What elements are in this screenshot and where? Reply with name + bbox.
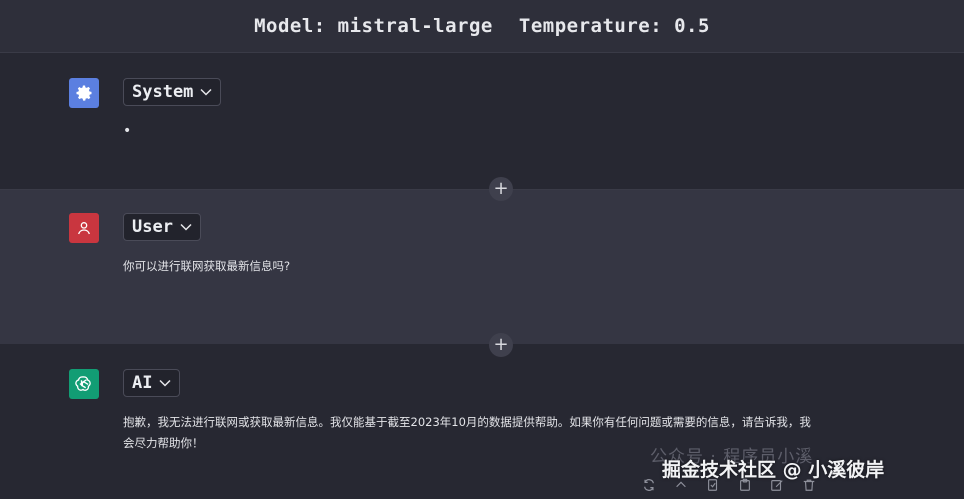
copy-icon[interactable]	[704, 476, 722, 494]
openai-logo-icon	[69, 369, 99, 399]
chevron-down-icon	[200, 88, 212, 96]
message-system: System •	[0, 53, 964, 190]
clipboard-icon[interactable]	[736, 476, 754, 494]
message-content[interactable]: •	[123, 121, 131, 142]
trash-icon[interactable]	[800, 476, 818, 494]
user-icon	[69, 213, 99, 243]
message-user: User 你可以进行联网获取最新信息吗?	[0, 190, 964, 344]
model-settings-header: Model: mistral-large Temperature: 0.5	[0, 0, 964, 53]
gear-icon	[69, 78, 99, 108]
role-label: AI	[132, 373, 153, 393]
model-label: Model: mistral-large	[254, 15, 493, 37]
role-label: User	[132, 217, 173, 237]
role-select-user[interactable]: User	[123, 213, 201, 241]
chevron-down-icon	[180, 223, 192, 231]
refresh-icon[interactable]	[640, 476, 658, 494]
add-message-button[interactable]: +	[489, 177, 513, 201]
chevron-up-icon[interactable]	[672, 476, 690, 494]
temperature-label: Temperature: 0.5	[518, 15, 710, 37]
role-select-ai[interactable]: AI	[123, 369, 181, 397]
chevron-down-icon	[159, 379, 172, 387]
role-label: System	[132, 82, 194, 102]
message-toolbar	[640, 474, 818, 496]
message-content[interactable]: 你可以进行联网获取最新信息吗?	[123, 256, 290, 277]
add-message-button[interactable]: +	[489, 333, 513, 357]
edit-icon[interactable]	[768, 476, 786, 494]
role-select-system[interactable]: System	[123, 78, 222, 106]
